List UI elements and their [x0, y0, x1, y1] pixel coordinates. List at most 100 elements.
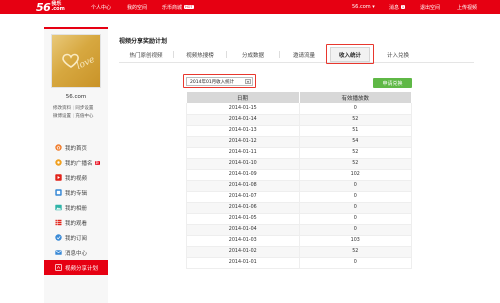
- share-plan-icon: [55, 264, 62, 271]
- home-icon: [55, 144, 62, 151]
- table-row: 2014-01-01 0: [186, 257, 412, 269]
- date-cell: 2014-01-05: [186, 213, 300, 225]
- sidebar-item-subscriptions[interactable]: 我的订阅: [44, 230, 108, 245]
- date-cell: 2014-01-13: [186, 125, 300, 137]
- date-cell: 2014-01-03: [186, 235, 300, 247]
- sidebar-item-home[interactable]: 我的首页: [44, 140, 108, 155]
- date-cell: 2014-01-02: [186, 246, 300, 258]
- tab-highlight-box: [326, 44, 374, 64]
- site-logo[interactable]: 56 我乐 .com: [36, 0, 65, 14]
- date-cell: 2014-01-08: [186, 180, 300, 192]
- album-icon: [55, 189, 62, 196]
- message-count-badge: 1: [401, 5, 406, 9]
- table-row: 2014-01-08 0: [186, 180, 412, 192]
- plays-cell: 0: [299, 180, 412, 192]
- nav-upload-video[interactable]: 上传视频: [457, 0, 477, 14]
- table-row: 2014-01-15 0: [186, 103, 412, 115]
- date-cell: 2014-01-12: [186, 136, 300, 148]
- plays-cell: 52: [299, 147, 412, 159]
- date-cell: 2014-01-15: [186, 103, 300, 115]
- weibo-settings-link[interactable]: 微博设置: [53, 114, 71, 119]
- edit-profile-link[interactable]: 修改资料: [53, 106, 71, 111]
- hot-badge: HOT: [184, 5, 194, 9]
- logo-number: 56: [36, 0, 51, 14]
- photo-icon: [55, 204, 62, 211]
- nav-coin-mall-label: 乐币商城: [162, 4, 183, 11]
- plays-cell: 102: [299, 169, 412, 181]
- month-select[interactable]: 2014年01月收入统计 ▾: [186, 77, 253, 86]
- tab-share-data[interactable]: 分成数据: [227, 47, 279, 62]
- recharge-center-link[interactable]: 充值中心: [75, 114, 93, 119]
- sidebar-item-photos[interactable]: 我的相册: [44, 200, 108, 215]
- sidebar-top-border: [44, 27, 108, 29]
- nav-my-space[interactable]: 我的空间: [127, 0, 147, 14]
- video-icon: [55, 174, 62, 181]
- plays-cell: 52: [299, 114, 412, 126]
- profile-links: 修改资料 | 同步设置 微博设置 | 充值中心: [53, 106, 94, 119]
- table-row: 2014-01-06 0: [186, 202, 412, 214]
- account-dropdown[interactable]: 56.com ▾: [352, 0, 375, 14]
- top-bar: 56 我乐 .com 个人中心 我的空间 乐币商城 HOT 56.com ▾ 消…: [0, 0, 500, 14]
- date-cell: 2014-01-01: [186, 257, 300, 269]
- subscribe-icon: [55, 234, 62, 241]
- tab-bar: 热门原创视频 视频热搜榜 分成数据 邀请流量 收入统计 计入兑换: [119, 47, 474, 63]
- sidebar-item-share-plan[interactable]: 视频分享计划: [44, 260, 108, 275]
- table-row: 2014-01-11 52: [186, 147, 412, 159]
- sidebar-item-watch[interactable]: 我的观看: [44, 215, 108, 230]
- table-row: 2014-01-09 102: [186, 169, 412, 181]
- tab-hot-original[interactable]: 热门原创视频: [119, 47, 173, 62]
- column-header-plays: 有效播放数: [299, 92, 412, 103]
- nav-exit-space[interactable]: 退出空间: [420, 0, 440, 14]
- table-row: 2014-01-12 54: [186, 136, 412, 148]
- avatar[interactable]: love: [51, 34, 101, 88]
- broadcast-icon: [55, 159, 62, 166]
- date-cell: 2014-01-04: [186, 224, 300, 236]
- sync-settings-link[interactable]: 同步设置: [75, 106, 93, 111]
- table-body: 2014-01-15 0 2014-01-14 52 2014-01-13 51 20…: [186, 103, 412, 269]
- column-header-date: 日期: [186, 92, 300, 103]
- username: 56.com: [65, 94, 87, 100]
- plays-cell: 0: [299, 224, 412, 236]
- date-cell: 2014-01-06: [186, 202, 300, 214]
- month-select-value: 2014年01月收入统计: [190, 79, 235, 85]
- watch-icon: [55, 219, 62, 226]
- table-row: 2014-01-07 0: [186, 191, 412, 203]
- plays-cell: 51: [299, 125, 412, 137]
- date-cell: 2014-01-10: [186, 158, 300, 170]
- nav-messages[interactable]: 消息 1: [389, 0, 406, 14]
- date-cell: 2014-01-14: [186, 114, 300, 126]
- date-cell: 2014-01-11: [186, 147, 300, 159]
- table-row: 2014-01-05 0: [186, 213, 412, 225]
- date-cell: 2014-01-09: [186, 169, 300, 181]
- logo-suffix: .com: [51, 6, 65, 12]
- plays-cell: 0: [299, 257, 412, 269]
- plays-cell: 0: [299, 213, 412, 225]
- new-badge: 新: [94, 160, 101, 165]
- chevron-down-icon[interactable]: ▾: [245, 79, 251, 84]
- nav-messages-label: 消息: [389, 4, 400, 11]
- table-row: 2014-01-13 51: [186, 125, 412, 137]
- message-icon: [55, 249, 62, 256]
- sidebar-item-albums[interactable]: 我的专辑: [44, 185, 108, 200]
- table-row: 2014-01-04 0: [186, 224, 412, 236]
- plays-cell: 0: [299, 191, 412, 203]
- table-row: 2014-01-02 52: [186, 246, 412, 258]
- sidebar: love 56.com 修改资料 | 同步设置 微博设置 | 充值中心 我的首页…: [44, 27, 108, 303]
- plays-cell: 0: [299, 103, 412, 115]
- tab-video-search-rank[interactable]: 视频热搜榜: [174, 47, 226, 62]
- table-row: 2014-01-14 52: [186, 114, 412, 126]
- plays-cell: 52: [299, 246, 412, 258]
- date-cell: 2014-01-07: [186, 191, 300, 203]
- sidebar-item-broadcast[interactable]: 我的广播名 新: [44, 155, 108, 170]
- plays-cell: 52: [299, 158, 412, 170]
- nav-coin-mall[interactable]: 乐币商城 HOT: [162, 0, 194, 14]
- sidebar-item-videos[interactable]: 我的视频: [44, 170, 108, 185]
- sidebar-item-messages[interactable]: 消息中心: [44, 245, 108, 260]
- apply-exchange-button[interactable]: 申请兑换: [373, 78, 412, 88]
- plays-cell: 0: [299, 202, 412, 214]
- tab-invite-traffic[interactable]: 邀请流量: [280, 47, 328, 62]
- table-row: 2014-01-03 103: [186, 235, 412, 247]
- tab-redeem[interactable]: 计入兑换: [376, 47, 420, 62]
- nav-personal-center[interactable]: 个人中心: [91, 0, 111, 14]
- table-header-row: 日期 有效播放数: [186, 92, 412, 103]
